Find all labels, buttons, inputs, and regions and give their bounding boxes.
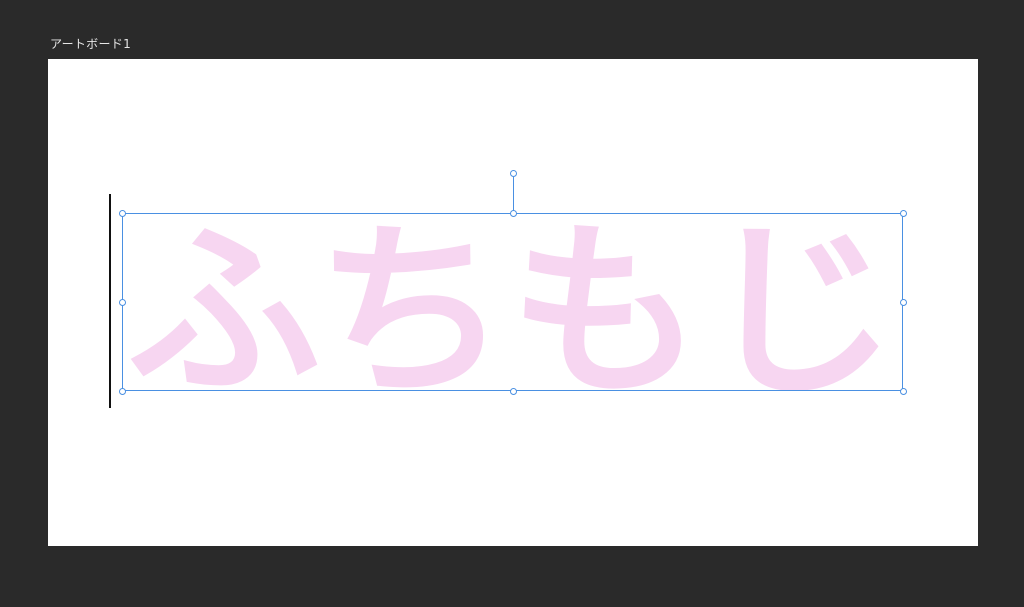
rotate-handle[interactable] (510, 170, 517, 177)
resize-handle-top-left[interactable] (119, 210, 126, 217)
text-layer[interactable]: ふちもじ (122, 203, 902, 422)
resize-handle-bottom-center[interactable] (510, 388, 517, 395)
resize-handle-top-right[interactable] (900, 210, 907, 217)
resize-handle-middle-left[interactable] (119, 299, 126, 306)
resize-handle-top-center[interactable] (510, 210, 517, 217)
text-layer-glyphs: ふちもじ (127, 203, 897, 422)
rotate-handle-stem (513, 177, 514, 213)
canvas-workspace[interactable]: アートボード1 ふちもじ (0, 0, 1024, 607)
resize-handle-middle-right[interactable] (900, 299, 907, 306)
resize-handle-bottom-right[interactable] (900, 388, 907, 395)
artboard-name-label[interactable]: アートボード1 (50, 35, 131, 52)
resize-handle-bottom-left[interactable] (119, 388, 126, 395)
text-insertion-cursor (109, 194, 111, 408)
